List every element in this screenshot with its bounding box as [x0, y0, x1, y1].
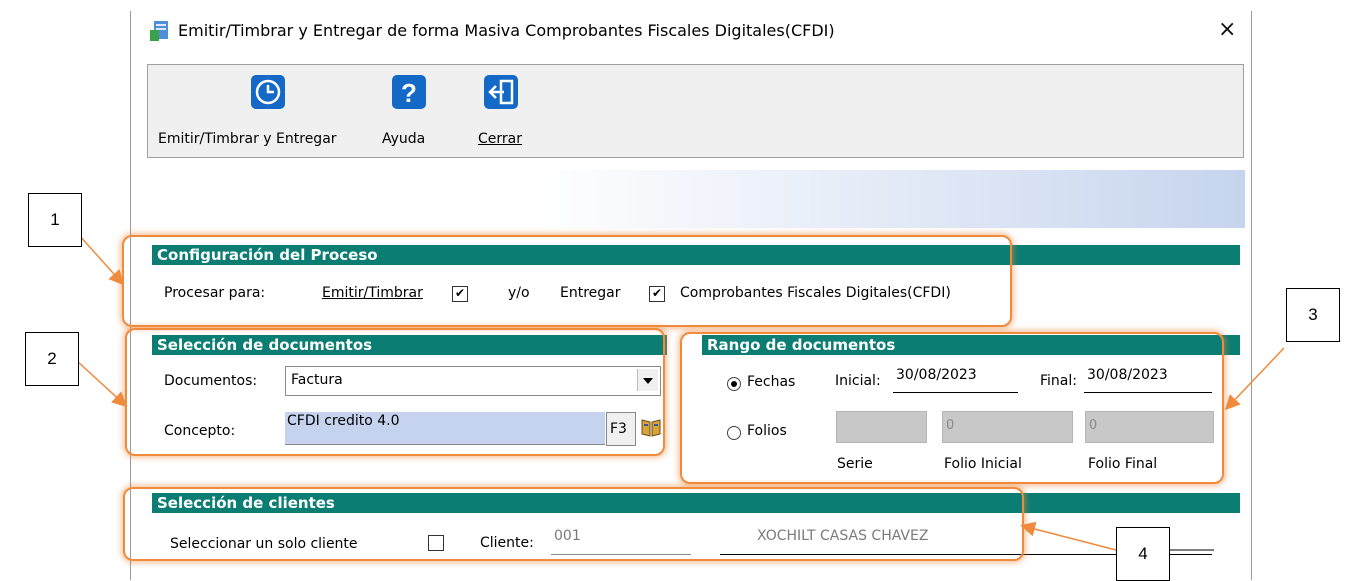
callout-arrows — [76, 234, 1285, 551]
callout-3: 3 — [1286, 288, 1340, 342]
callout-1: 1 — [28, 193, 82, 247]
callout-4: 4 — [1116, 527, 1170, 581]
callout-2: 2 — [25, 332, 79, 386]
